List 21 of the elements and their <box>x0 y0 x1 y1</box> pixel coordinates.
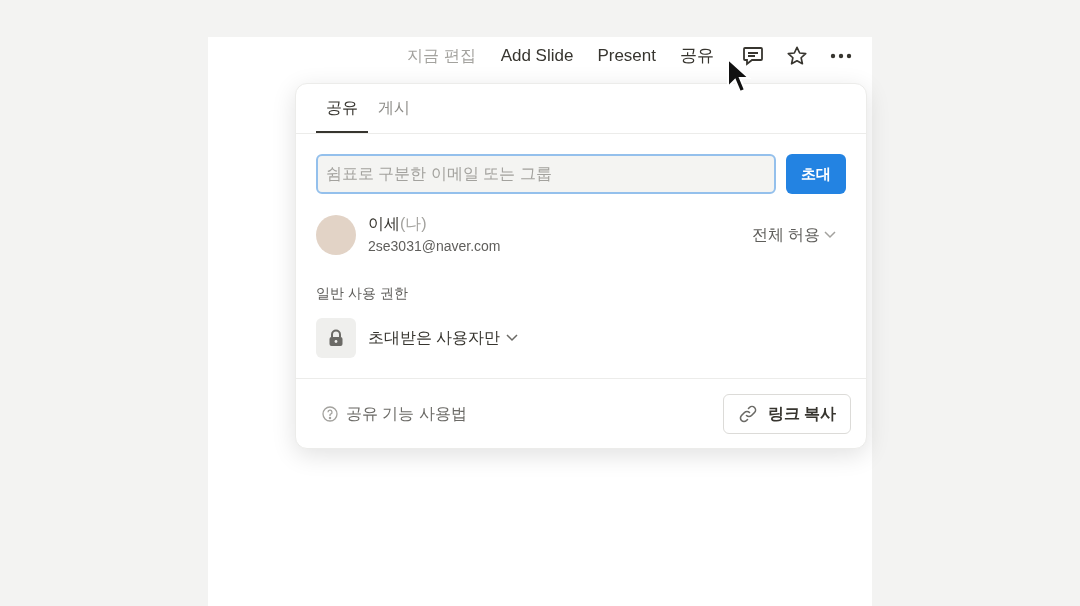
lock-icon <box>316 318 356 358</box>
chevron-down-icon <box>506 334 519 342</box>
help-icon <box>322 405 338 422</box>
me-label: (나) <box>400 215 427 232</box>
edit-status: 지금 편집 <box>407 46 476 66</box>
link-icon <box>737 403 758 424</box>
section-heading: 일반 사용 권한 <box>315 284 409 303</box>
email-input-field[interactable]: 쉼표로 구분한 이메일 또는 그룹 <box>316 154 776 194</box>
help-link[interactable]: 공유 기능 사용법 <box>322 401 467 426</box>
toolbar-link[interactable]: Present <box>585 41 668 71</box>
toolbar-link[interactable]: Add Slide <box>488 41 586 71</box>
avatar <box>316 214 356 255</box>
toolbar-link[interactable]: 공유 <box>668 41 726 71</box>
tab[interactable]: 공유 <box>316 84 368 133</box>
member-email: 2se3031@naver.com <box>368 237 502 256</box>
member-name: 이세 <box>368 215 400 232</box>
invite-button[interactable]: 초대 <box>786 154 846 194</box>
chevron-down-icon <box>824 230 836 239</box>
access-dropdown[interactable]: 초대받은 사용자만 <box>368 326 519 350</box>
copy-link-button[interactable]: 링크 복사 <box>722 393 851 434</box>
access-dropdown[interactable]: 전체 허용 <box>751 222 836 247</box>
